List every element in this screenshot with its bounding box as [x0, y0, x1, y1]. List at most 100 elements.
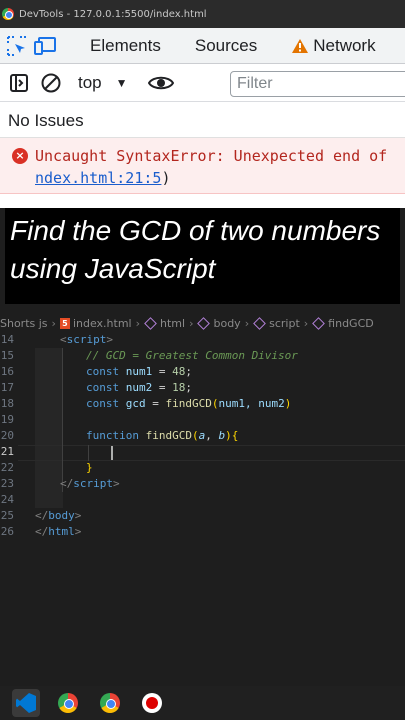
line-number: 20: [0, 429, 14, 442]
breadcrumb-script[interactable]: script: [253, 317, 300, 330]
tab-network[interactable]: Network: [291, 35, 376, 56]
code-token: num2: [125, 381, 153, 394]
code-line: 25 </body>: [0, 509, 82, 522]
error-source-link[interactable]: ndex.html:21:5: [35, 169, 161, 187]
error-source: ndex.html:21:5): [35, 169, 170, 187]
element-icon: [253, 316, 266, 330]
code-token: findGCD: [145, 429, 192, 442]
code-line: 15 // GCD = Greatest Common Divisor: [0, 348, 405, 364]
code-editor[interactable]: Shorts js › 5 index.html › html › body › …: [0, 304, 405, 686]
code-token: script: [73, 477, 113, 490]
code-line: 16 const num1 = 48;: [0, 365, 192, 378]
breadcrumb-script-label: script: [269, 316, 300, 330]
filter-input[interactable]: Filter: [230, 71, 405, 97]
code-token: 18: [172, 381, 186, 394]
code-token: 48: [172, 365, 186, 378]
breadcrumb-html-label: html: [160, 316, 186, 330]
code-line: 18 const gcd = findGCD(num1, num2): [0, 397, 292, 410]
record-icon: [142, 693, 162, 713]
line-number: 18: [0, 397, 14, 410]
error-icon: ×: [12, 148, 28, 164]
code-line: 17 const num2 = 18;: [0, 381, 192, 394]
warning-icon: [292, 38, 309, 53]
breadcrumb-html[interactable]: html: [144, 317, 185, 330]
code-token: gcd: [125, 397, 146, 410]
chevron-right-icon: ›: [189, 316, 194, 330]
breadcrumb-function[interactable]: findGCD: [312, 317, 374, 330]
code-token: num1: [125, 365, 153, 378]
eye-icon[interactable]: [147, 70, 174, 96]
inspect-element-icon[interactable]: [6, 33, 28, 59]
clear-console-icon[interactable]: [38, 70, 64, 96]
video-caption: Find the GCD of two numbers using JavaSc…: [5, 208, 400, 304]
line-number: 16: [0, 365, 14, 378]
issues-text: No Issues: [8, 111, 84, 130]
breadcrumb-folder-label: Shorts js: [0, 316, 48, 330]
code-token: html: [48, 525, 75, 538]
taskbar-chrome-1[interactable]: [54, 689, 82, 717]
device-toolbar-icon[interactable]: [34, 33, 58, 59]
code-token: const: [86, 365, 120, 378]
code-line: 22}: [0, 461, 93, 474]
breadcrumb-function-label: findGCD: [328, 316, 374, 330]
context-label: top: [78, 72, 102, 92]
context-selector[interactable]: top ▼: [72, 73, 128, 93]
code-line: 24: [0, 492, 405, 508]
code-token: findGCD: [165, 397, 212, 410]
code-token: const: [86, 381, 120, 394]
code-line: 19: [0, 412, 405, 428]
chevron-right-icon: ›: [51, 316, 56, 330]
breadcrumb-file[interactable]: 5 index.html: [59, 316, 132, 330]
issues-bar[interactable]: No Issues: [0, 102, 405, 138]
line-number: 15: [0, 349, 14, 362]
breadcrumb: Shorts js › 5 index.html › html › body › …: [0, 312, 405, 334]
sidebar-toggle-icon[interactable]: [6, 70, 32, 96]
code-line: 23 </script>: [0, 477, 120, 490]
chrome-icon: [58, 693, 78, 713]
code-token: function: [86, 429, 139, 442]
taskbar-recorder[interactable]: [138, 689, 166, 717]
element-icon: [144, 316, 157, 330]
window-title: DevTools - 127.0.0.1:5500/index.html: [19, 8, 207, 20]
taskbar-vscode[interactable]: [12, 689, 40, 717]
devtools-tabbar: Elements Sources Network: [0, 28, 405, 64]
chevron-right-icon: ›: [135, 316, 141, 330]
tab-network-label: Network: [313, 35, 376, 55]
code-comment: // GCD = Greatest Common Divisor: [86, 349, 298, 362]
tab-sources[interactable]: Sources: [195, 36, 257, 56]
line-number: 14: [0, 333, 14, 346]
console-empty-area: [0, 194, 405, 208]
code-line: 14 <script>: [0, 333, 113, 346]
line-number: 21: [0, 445, 14, 458]
code-token: a: [198, 429, 206, 442]
chevron-right-icon: ›: [244, 316, 250, 330]
window-titlebar: DevTools - 127.0.0.1:5500/index.html: [0, 0, 405, 28]
code-token: script: [66, 333, 107, 346]
line-number: 19: [0, 413, 14, 426]
error-text: Uncaught SyntaxError: Unexpected end of: [35, 147, 388, 165]
error-source-tail: ): [161, 169, 171, 187]
line-number: 17: [0, 381, 14, 394]
code-line: 21: [0, 444, 405, 460]
code-token: body: [48, 509, 75, 522]
console-toolbar: top ▼ Filter: [0, 64, 405, 102]
breadcrumb-body[interactable]: body: [197, 316, 241, 330]
vscode-icon: [16, 693, 36, 713]
tab-elements[interactable]: Elements: [90, 36, 161, 56]
code-token: const: [86, 397, 120, 410]
chrome-icon: [100, 693, 120, 713]
function-icon: [312, 316, 326, 330]
breadcrumb-file-label: index.html: [72, 316, 132, 330]
taskbar: [0, 686, 405, 720]
breadcrumb-folder[interactable]: Shorts js: [0, 317, 48, 330]
console-error-message: × Uncaught SyntaxError: Unexpected end o…: [0, 138, 405, 194]
html5-icon: 5: [59, 317, 70, 329]
taskbar-chrome-2[interactable]: [96, 689, 124, 717]
breadcrumb-body-label: body: [213, 316, 241, 330]
caption-line-2: using JavaScript: [10, 253, 216, 284]
chevron-right-icon: ›: [303, 316, 309, 330]
line-number: 25: [0, 509, 14, 522]
code-token: num1, num2: [218, 397, 285, 410]
line-number: 26: [0, 525, 14, 538]
chrome-icon: [2, 8, 14, 20]
